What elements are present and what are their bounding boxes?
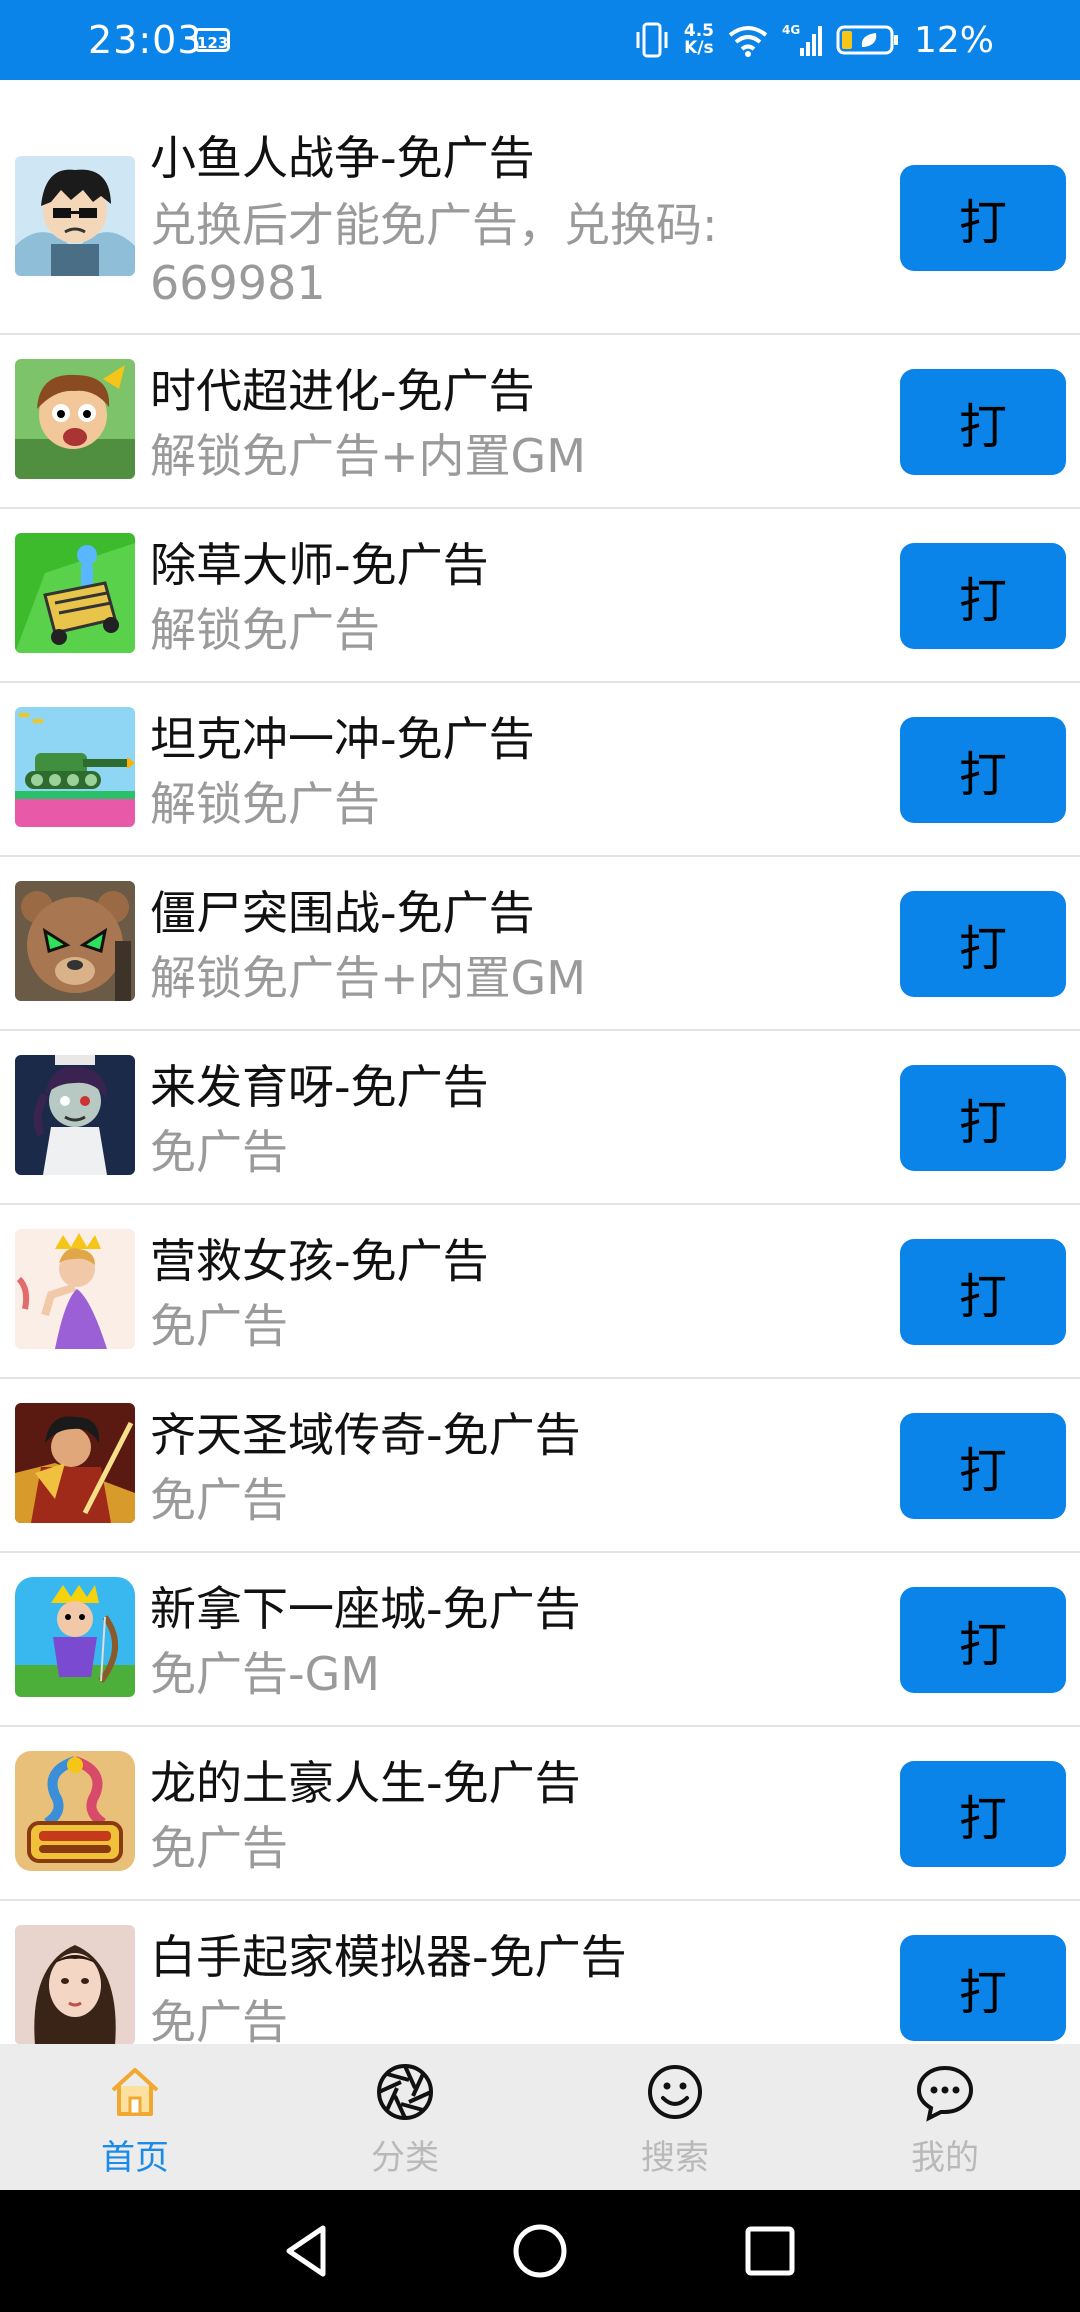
app-subtitle: 兑换后才能免广告，兑换码: 669981: [150, 198, 718, 310]
list-item[interactable]: 小鱼人战争-免广告 兑换后才能免广告，兑换码: 669981 打: [0, 80, 1080, 335]
app-title: 营救女孩-免广告: [150, 1234, 489, 1288]
tab-label: 分类: [371, 2138, 439, 2178]
system-nav-bar: [0, 2190, 1080, 2312]
warrior-icon: [15, 1403, 135, 1523]
king-archer-icon: [15, 1577, 135, 1697]
cell-signal-icon: 4G: [782, 23, 822, 56]
tank-icon: [15, 707, 135, 827]
tab-home[interactable]: 首页: [0, 2044, 270, 2190]
open-button[interactable]: 打: [900, 1239, 1066, 1345]
vibrate-icon: [636, 22, 668, 58]
bear-zombie-icon: [15, 881, 135, 1001]
tab-search[interactable]: 搜索: [540, 2044, 810, 2190]
open-button[interactable]: 打: [900, 1413, 1066, 1519]
list-item[interactable]: 齐天圣域传奇-免广告 免广告 打: [0, 1379, 1080, 1553]
aperture-icon: [377, 2064, 433, 2120]
app-list[interactable]: 小鱼人战争-免广告 兑换后才能免广告，兑换码: 669981 打 时代超进化-免…: [0, 80, 1080, 2044]
app-title: 龙的土豪人生-免广告: [150, 1756, 581, 1810]
app-title: 白手起家模拟器-免广告: [150, 1930, 627, 1984]
list-item[interactable]: 龙的土豪人生-免广告 免广告 打: [0, 1727, 1080, 1901]
back-icon[interactable]: [273, 2216, 343, 2286]
open-button[interactable]: 打: [900, 1761, 1066, 1867]
list-item[interactable]: 时代超进化-免广告 解锁免广告+内置GM 打: [0, 335, 1080, 509]
tab-mine[interactable]: 我的: [810, 2044, 1080, 2190]
app-title: 时代超进化-免广告: [150, 364, 535, 418]
girl-portrait-icon: [15, 1925, 135, 2044]
list-item[interactable]: 白手起家模拟器-免广告 免广告 打: [0, 1901, 1080, 2044]
open-button[interactable]: 打: [900, 369, 1066, 475]
chat-bubble-icon: [916, 2065, 974, 2122]
open-button[interactable]: 打: [900, 891, 1066, 997]
status-icons: 4.5 K/s 4G 12%: [634, 14, 994, 66]
open-button[interactable]: 打: [900, 1935, 1066, 2041]
app-title: 来发育呀-免广告: [150, 1060, 489, 1114]
app-title: 坦克冲一冲-免广告: [150, 712, 535, 766]
list-item[interactable]: 来发育呀-免广告 免广告 打: [0, 1031, 1080, 1205]
app-title: 小鱼人战争-免广告: [150, 131, 535, 185]
status-bar: 23:03 123 4.5 K/s 4G 12%: [0, 0, 1080, 80]
list-item[interactable]: 营救女孩-免广告 免广告 打: [0, 1205, 1080, 1379]
battery-percent: 12%: [913, 19, 994, 61]
open-button[interactable]: 打: [900, 543, 1066, 649]
battery-icon: [836, 25, 898, 55]
app-subtitle: 解锁免广告+内置GM: [150, 429, 586, 483]
caveman-icon: [15, 359, 135, 479]
app-title: 僵尸突围战-免广告: [150, 886, 535, 940]
cartoon-boy-icon: [15, 156, 135, 276]
tab-label: 搜索: [641, 2138, 709, 2178]
tab-category[interactable]: 分类: [270, 2044, 540, 2190]
home-circle-icon[interactable]: [505, 2216, 575, 2286]
princess-icon: [15, 1229, 135, 1349]
app-subtitle: 解锁免广告+内置GM: [150, 951, 586, 1005]
app-subtitle: 解锁免广告: [150, 603, 380, 657]
lawnmower-icon: [15, 533, 135, 653]
app-title: 除草大师-免广告: [150, 538, 489, 592]
bottom-tab-bar: 首页 分类 搜索 我的: [0, 2044, 1080, 2190]
app-subtitle: 免广告: [150, 1995, 288, 2044]
app-subtitle: 免广告: [150, 1821, 288, 1875]
list-item[interactable]: 除草大师-免广告 解锁免广告 打: [0, 509, 1080, 683]
wifi-icon: [728, 26, 768, 57]
home-icon: [111, 2068, 159, 2116]
tab-label: 首页: [101, 2138, 169, 2178]
net-speed: 4.5 K/s: [683, 21, 714, 58]
open-button[interactable]: 打: [900, 165, 1066, 271]
app-subtitle: 免广告: [150, 1125, 288, 1179]
list-item[interactable]: 僵尸突围战-免广告 解锁免广告+内置GM 打: [0, 857, 1080, 1031]
smiley-icon: [648, 2065, 702, 2119]
status-time: 23:03: [88, 18, 203, 62]
app-subtitle: 免广告-GM: [150, 1647, 380, 1701]
app-subtitle: 免广告: [150, 1299, 288, 1353]
zombie-girl-icon: [15, 1055, 135, 1175]
list-item[interactable]: 新拿下一座城-免广告 免广告-GM 打: [0, 1553, 1080, 1727]
app-subtitle: 解锁免广告: [150, 777, 380, 831]
recents-icon[interactable]: [735, 2216, 805, 2286]
tab-label: 我的: [911, 2138, 979, 2178]
svg-text:4G: 4G: [782, 23, 800, 37]
app-title: 齐天圣域传奇-免广告: [150, 1408, 581, 1462]
open-button[interactable]: 打: [900, 1065, 1066, 1171]
open-button[interactable]: 打: [900, 717, 1066, 823]
app-title: 新拿下一座城-免广告: [150, 1582, 581, 1636]
keyboard-badge-icon: 123: [194, 28, 230, 52]
open-button[interactable]: 打: [900, 1587, 1066, 1693]
dragon-icon: [15, 1751, 135, 1871]
app-subtitle: 免广告: [150, 1473, 288, 1527]
list-item[interactable]: 坦克冲一冲-免广告 解锁免广告 打: [0, 683, 1080, 857]
